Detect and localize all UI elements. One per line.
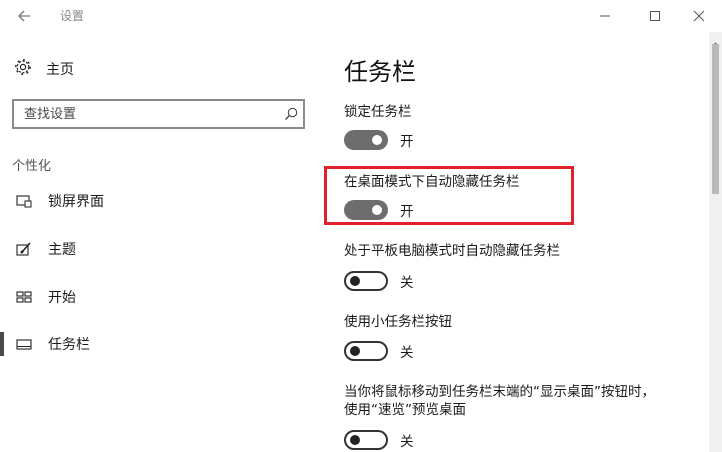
maximize-icon[interactable]: [646, 8, 664, 24]
highlight-box: [324, 166, 574, 225]
setting-small-buttons-row: 关: [344, 341, 414, 361]
sidebar-item-label: 主题: [48, 242, 76, 258]
sidebar-item-label: 开始: [48, 290, 76, 306]
search-icon[interactable]: [283, 106, 299, 122]
toggle-state: 关: [400, 434, 414, 450]
sidebar-item-lock-screen[interactable]: 锁屏界面: [0, 188, 320, 214]
setting-autohide-tablet-row: 关: [344, 271, 414, 291]
sidebar-item-start[interactable]: 开始: [0, 284, 320, 310]
lock-screen-icon: [16, 193, 32, 209]
toggle-state: 关: [400, 345, 414, 361]
setting-peek-row: 关: [344, 430, 414, 450]
lock-taskbar-toggle[interactable]: [344, 130, 388, 150]
theme-icon: [16, 241, 32, 257]
toggle-knob: [372, 135, 382, 145]
scroll-up-icon[interactable]: [711, 34, 720, 48]
toggle-knob: [350, 276, 360, 286]
page-title: 任务栏: [344, 58, 416, 86]
active-indicator: [0, 332, 4, 356]
setting-small-buttons-label: 使用小任务栏按钮: [344, 314, 452, 330]
autohide-tablet-toggle[interactable]: [344, 271, 388, 291]
setting-autohide-tablet-label: 处于平板电脑模式时自动隐藏任务栏: [344, 243, 560, 259]
home-label: 主页: [46, 62, 74, 78]
section-label: 个性化: [12, 159, 52, 174]
search-box[interactable]: [12, 99, 305, 129]
home-nav-item[interactable]: 主页: [14, 58, 74, 80]
back-arrow-icon[interactable]: [14, 6, 36, 26]
sidebar-item-taskbar[interactable]: 任务栏: [0, 331, 320, 357]
search-input[interactable]: [14, 101, 284, 127]
setting-lock-taskbar-label: 锁定任务栏: [344, 104, 412, 120]
start-icon: [16, 289, 32, 305]
small-buttons-toggle[interactable]: [344, 341, 388, 361]
scrollbar[interactable]: [709, 32, 722, 452]
toggle-knob: [350, 435, 360, 445]
title-bar: 设置: [0, 0, 722, 32]
sidebar-item-label: 任务栏: [48, 337, 90, 353]
sidebar-item-theme[interactable]: 主题: [0, 236, 320, 262]
setting-lock-taskbar-row: 开: [344, 130, 414, 150]
taskbar-icon: [16, 336, 32, 352]
setting-peek-label-line1: 当你将鼠标移动到任务栏末端的“显示桌面”按钮时，: [344, 384, 655, 400]
setting-peek-label-line2: 使用“速览”预览桌面: [344, 402, 466, 418]
minimize-icon[interactable]: [596, 8, 614, 24]
close-icon[interactable]: [690, 8, 708, 24]
gear-icon: [14, 58, 32, 80]
window-title: 设置: [60, 9, 85, 23]
sidebar-item-label: 锁屏界面: [48, 194, 104, 210]
toggle-state: 关: [400, 275, 414, 291]
toggle-knob: [350, 346, 360, 356]
toggle-state: 开: [400, 134, 414, 150]
peek-toggle[interactable]: [344, 430, 388, 450]
scrollbar-thumb[interactable]: [712, 44, 719, 194]
